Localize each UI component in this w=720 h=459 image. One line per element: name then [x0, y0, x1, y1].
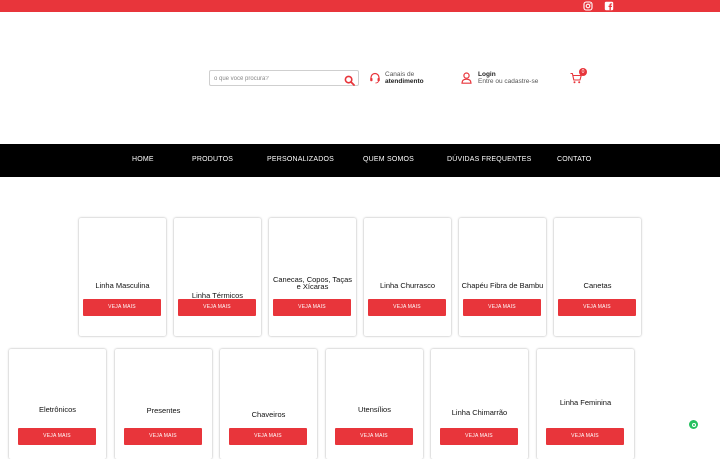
veja-mais-button[interactable]: VEJA MAIS — [124, 428, 202, 445]
category-card-linha-feminina[interactable]: Linha Feminina VEJA MAIS — [537, 349, 634, 459]
veja-mais-button[interactable]: VEJA MAIS — [463, 299, 541, 316]
category-title: Linha Térmicos — [191, 291, 244, 300]
category-card-utensilios[interactable]: Utensílios VEJA MAIS — [326, 349, 423, 459]
category-card-linha-chimarrao[interactable]: Linha Chimarrão VEJA MAIS — [431, 349, 528, 459]
veja-mais-button[interactable]: VEJA MAIS — [18, 428, 96, 445]
nav-contato[interactable]: CONTATO — [557, 156, 591, 163]
veja-mais-button[interactable]: VEJA MAIS — [558, 299, 636, 316]
category-card-canecas[interactable]: Canecas, Copos, Taças e Xícaras VEJA MAI… — [269, 218, 356, 336]
category-title: Chaveiros — [251, 410, 286, 419]
category-title: Linha Feminina — [559, 398, 612, 407]
nav-produtos[interactable]: PRODUTOS — [192, 156, 233, 163]
category-card-linha-termicos[interactable]: Linha Térmicos VEJA MAIS — [174, 218, 261, 336]
category-card-linha-masculina[interactable]: Linha Masculina VEJA MAIS — [79, 218, 166, 336]
nav-personalizados[interactable]: PERSONALIZADOS — [267, 156, 334, 163]
facebook-icon[interactable] — [604, 1, 614, 11]
category-title: Canetas — [583, 281, 612, 290]
nav-home[interactable]: HOME — [132, 156, 154, 163]
category-title: Utensílios — [358, 405, 391, 414]
support-line2: atendimento — [385, 77, 424, 85]
veja-mais-button[interactable]: VEJA MAIS — [229, 428, 307, 445]
user-icon[interactable] — [461, 72, 472, 84]
category-card-chaveiros[interactable]: Chaveiros VEJA MAIS — [220, 349, 317, 459]
headset-icon[interactable] — [369, 72, 381, 84]
veja-mais-button[interactable]: VEJA MAIS — [440, 428, 518, 445]
veja-mais-button[interactable]: VEJA MAIS — [83, 299, 161, 316]
veja-mais-button[interactable]: VEJA MAIS — [368, 299, 446, 316]
veja-mais-button[interactable]: VEJA MAIS — [273, 299, 351, 316]
category-title: Chapéu Fibra de Bambu — [461, 281, 544, 290]
category-title: Linha Masculina — [95, 281, 150, 290]
category-card-eletronicos[interactable]: Eletrônicos VEJA MAIS — [9, 349, 106, 459]
veja-mais-button[interactable]: VEJA MAIS — [335, 428, 413, 445]
login-link[interactable]: Login Entre ou cadastre-se — [478, 71, 539, 85]
nav-duvidas-frequentes[interactable]: DÚVIDAS FREQUENTES — [447, 156, 532, 163]
category-title-line2: e Xícaras — [296, 282, 329, 291]
main-nav: HOME PRODUTOS PERSONALIZADOS QUEM SOMOS … — [0, 144, 720, 177]
category-card-linha-churrasco[interactable]: Linha Churrasco VEJA MAIS — [364, 218, 451, 336]
category-card-chapeu-fibra-de-bambu[interactable]: Chapéu Fibra de Bambu VEJA MAIS — [459, 218, 546, 336]
instagram-icon[interactable] — [583, 1, 593, 11]
whatsapp-icon[interactable] — [689, 420, 698, 429]
login-subtitle: Entre ou cadastre-se — [478, 77, 539, 85]
category-card-presentes[interactable]: Presentes VEJA MAIS — [115, 349, 212, 459]
category-title: Eletrônicos — [38, 405, 77, 414]
category-title: Presentes — [146, 406, 181, 415]
category-card-canetas[interactable]: Canetas VEJA MAIS — [554, 218, 641, 336]
search-input[interactable] — [214, 73, 340, 84]
cart-count-badge: 0 — [579, 68, 587, 76]
category-title: Linha Chimarrão — [451, 408, 508, 417]
login-title: Login — [478, 71, 496, 78]
veja-mais-button[interactable]: VEJA MAIS — [546, 428, 624, 445]
search-icon[interactable] — [344, 73, 355, 86]
nav-quem-somos[interactable]: QUEM SOMOS — [363, 156, 414, 163]
veja-mais-button[interactable]: VEJA MAIS — [178, 299, 256, 316]
category-title: Linha Churrasco — [379, 281, 436, 290]
support-link[interactable]: Canais de atendimento — [385, 71, 424, 85]
search-box — [209, 70, 359, 86]
